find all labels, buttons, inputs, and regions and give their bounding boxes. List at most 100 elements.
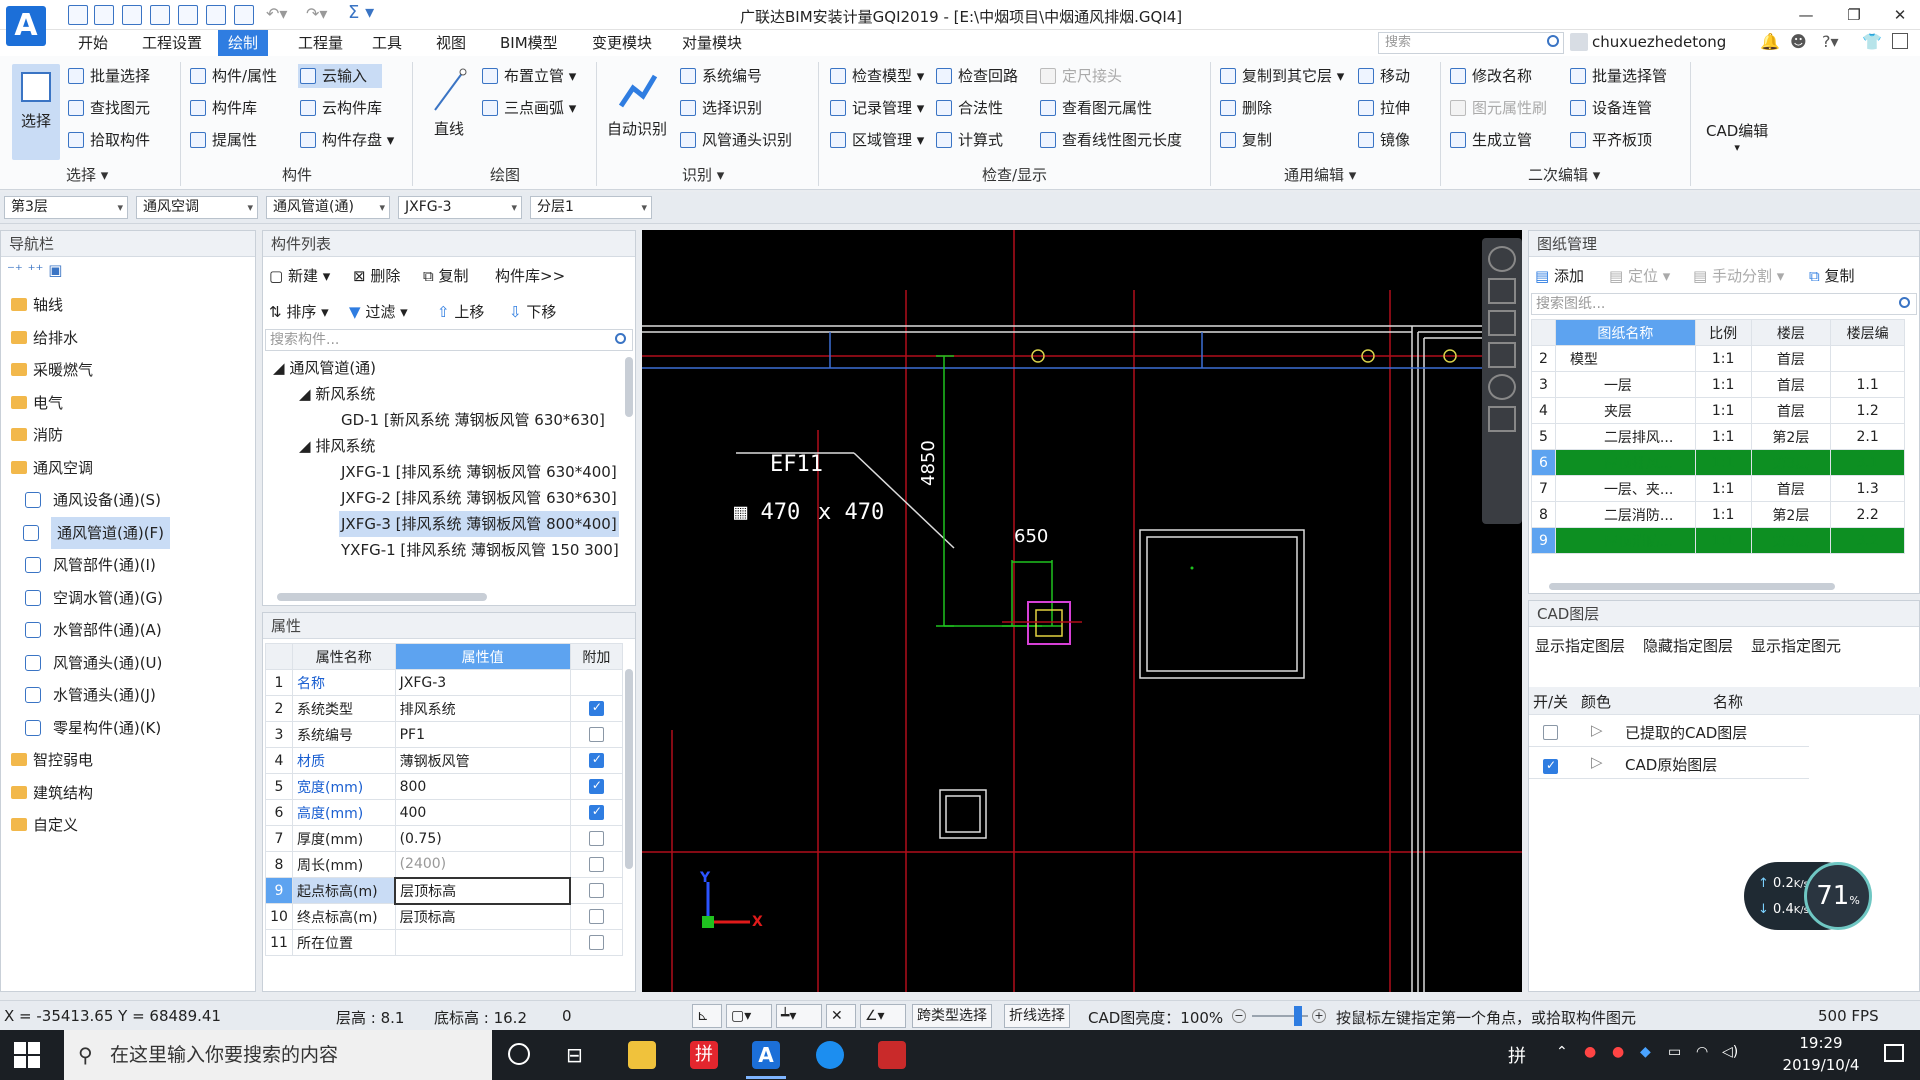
major-select[interactable]: 通风空调 <box>136 196 258 219</box>
extra-checkbox[interactable] <box>588 700 604 716</box>
property-extra[interactable] <box>569 851 624 878</box>
layout-icon[interactable] <box>1488 406 1516 432</box>
properties-scrollbar[interactable] <box>625 669 633 869</box>
menu-view[interactable]: 视图 <box>426 30 476 56</box>
batch-select-button[interactable]: 批量选择 <box>66 64 150 88</box>
property-extra[interactable] <box>569 799 624 826</box>
restore-button[interactable]: ❐ <box>1834 2 1874 28</box>
view-3d-icon[interactable] <box>1488 278 1516 304</box>
open-file-icon[interactable] <box>94 5 114 25</box>
system-number-button[interactable]: 系统编号 <box>678 64 762 88</box>
nav-subitem[interactable]: 通风管道(通)(F) <box>23 516 171 549</box>
auto-identify-button[interactable]: 自动识别 <box>604 64 670 160</box>
ortho-icon[interactable]: ⊾ <box>692 1004 722 1028</box>
battery-icon[interactable]: ▭ <box>1668 1044 1681 1060</box>
menu-draw[interactable]: 绘制 <box>218 30 269 56</box>
task-view-icon[interactable]: ⊟ <box>566 1043 583 1067</box>
nav-subitem[interactable]: 风管通头(通)(U) <box>25 647 162 679</box>
property-value[interactable]: (0.75) <box>394 825 571 852</box>
expand-icon[interactable]: ▷ <box>1591 753 1603 771</box>
extra-checkbox[interactable] <box>588 727 604 742</box>
property-value[interactable]: 层顶标高 <box>394 876 572 905</box>
browser-icon[interactable] <box>816 1041 844 1069</box>
area-manage-button[interactable]: 区域管理 ▾ <box>828 128 924 152</box>
cross-type-select-button[interactable]: 跨类型选择 <box>912 1004 992 1028</box>
property-value[interactable]: JXFG-3 <box>394 669 571 696</box>
tree-item-jxfg1[interactable]: JXFG-1 [排风系统 薄钢板风管 630*400] <box>341 459 617 485</box>
property-row[interactable]: 6 高度(mm) 400 <box>265 799 624 826</box>
line-button[interactable]: 直线 <box>422 64 476 160</box>
clock-date[interactable]: 2019/10/4 <box>1776 1056 1866 1074</box>
rename-button[interactable]: 修改名称 <box>1448 64 1532 88</box>
extra-checkbox[interactable] <box>588 909 604 924</box>
property-row[interactable]: 9 起点标高(m) 层顶标高 <box>265 876 624 905</box>
cad-drawing[interactable] <box>642 230 1522 992</box>
snap-icon[interactable]: ▢▾ <box>726 1004 772 1028</box>
tree-node-fresh-air[interactable]: ◢ 新风系统 <box>299 381 375 407</box>
move-up-button[interactable]: ⇧ 上移 <box>437 301 484 322</box>
nav-item[interactable]: 建筑结构 <box>11 777 93 809</box>
close-button[interactable]: ✕ <box>1880 2 1920 28</box>
pick-component-button[interactable]: 拾取构件 <box>66 128 150 152</box>
nav-subitem[interactable]: 零星构件(通)(K) <box>25 712 161 744</box>
property-brush-button[interactable]: 图元属性刷 <box>1448 96 1547 120</box>
minimize-button[interactable]: — <box>1786 2 1826 28</box>
locate-drawing-button[interactable]: ▤ 定位 ▾ <box>1609 265 1670 286</box>
nav-item[interactable]: 给排水 <box>11 322 78 354</box>
extract-properties-button[interactable]: 提属性 <box>188 128 257 152</box>
component-properties-button[interactable]: 构件/属性 <box>188 64 277 88</box>
show-layer-button[interactable]: 显示指定图层 <box>1535 635 1625 656</box>
windows-start-icon[interactable] <box>14 1042 40 1068</box>
service-icon[interactable]: ☻ <box>1790 32 1807 51</box>
drawing-search-input[interactable]: 搜索图纸... <box>1531 293 1917 315</box>
drawing-row[interactable]: 2 模型 1:1 首层 <box>1531 345 1905 372</box>
property-extra[interactable] <box>569 903 624 930</box>
expand-icon[interactable]: ⁺⁺ <box>28 261 44 279</box>
property-value[interactable]: (2400) <box>394 851 571 878</box>
extra-checkbox[interactable] <box>588 752 604 768</box>
extra-checkbox[interactable] <box>588 935 604 950</box>
tree-item-yxfg1[interactable]: YXFG-1 [排风系统 薄钢板风管 150 300] <box>341 537 619 563</box>
property-extra[interactable] <box>569 929 624 956</box>
avatar[interactable] <box>1570 33 1588 51</box>
property-row[interactable]: 10 终点标高(m) 层顶标高 <box>265 903 624 930</box>
view-element-props-button[interactable]: 查看图元属性 <box>1038 96 1152 120</box>
file-explorer-icon[interactable] <box>628 1041 656 1069</box>
property-row[interactable]: 1 名称 JXFG-3 <box>265 669 624 696</box>
drawing-row[interactable]: 5 二层排风... 1:1 第2层 2.1 <box>1531 423 1905 450</box>
property-row[interactable]: 4 材质 薄钢板风管 <box>265 747 624 774</box>
nav-item[interactable]: 通风空调 <box>11 452 93 484</box>
batch-select-pipe-button[interactable]: 批量选择管 <box>1568 64 1667 88</box>
expand-icon[interactable]: ▷ <box>1591 721 1603 739</box>
drawing-row[interactable]: 8 二层消防... 1:1 第2层 2.2 <box>1531 501 1905 528</box>
tree-item-jxfg2[interactable]: JXFG-2 [排风系统 薄钢板风管 630*630] <box>341 485 617 511</box>
calc-icon[interactable] <box>150 5 170 25</box>
help-icon[interactable]: ?▾ <box>1822 32 1839 51</box>
nav-item[interactable]: 消防 <box>11 419 63 451</box>
save-icon[interactable] <box>122 5 142 25</box>
extra-checkbox[interactable] <box>588 804 604 820</box>
component-library-button[interactable]: 构件库 <box>188 96 257 120</box>
menu-quantity[interactable]: 工程量 <box>288 30 353 56</box>
new-file-icon[interactable] <box>68 5 88 25</box>
generate-riser-button[interactable]: 生成立管 <box>1448 128 1532 152</box>
edit-nav-icon[interactable]: ▣ <box>48 261 62 279</box>
qq2-icon[interactable]: ● <box>1612 1044 1624 1060</box>
volume-icon[interactable]: ◁) <box>1722 1044 1738 1060</box>
extra-checkbox[interactable] <box>588 857 604 872</box>
property-row[interactable]: 3 系统编号 PF1 <box>265 721 624 748</box>
check-model-button[interactable]: 检查模型 ▾ <box>828 64 924 88</box>
menu-change[interactable]: 变更模块 <box>582 30 662 56</box>
tree-item-gd1[interactable]: GD-1 [新风系统 薄钢板风管 630*630] <box>341 407 605 433</box>
brightness-minus-button[interactable]: − <box>1232 1009 1246 1023</box>
find-element-button[interactable]: 查找图元 <box>66 96 150 120</box>
sort-button[interactable]: ⇅ 排序 ▾ <box>269 301 329 322</box>
filter-button[interactable]: ▼ 过滤 ▾ <box>349 301 408 322</box>
new-component-button[interactable]: ▢ 新建 ▾ <box>269 265 330 286</box>
shirt-icon[interactable]: 👕 <box>1862 32 1882 51</box>
group-label-edit[interactable]: 通用编辑 ▾ <box>1284 164 1356 185</box>
pdf-app-icon[interactable] <box>878 1041 906 1069</box>
property-value[interactable]: 薄钢板风管 <box>394 747 571 774</box>
floor-select[interactable]: 第3层 <box>4 196 128 219</box>
layer-select[interactable]: 分层1 <box>530 196 652 219</box>
